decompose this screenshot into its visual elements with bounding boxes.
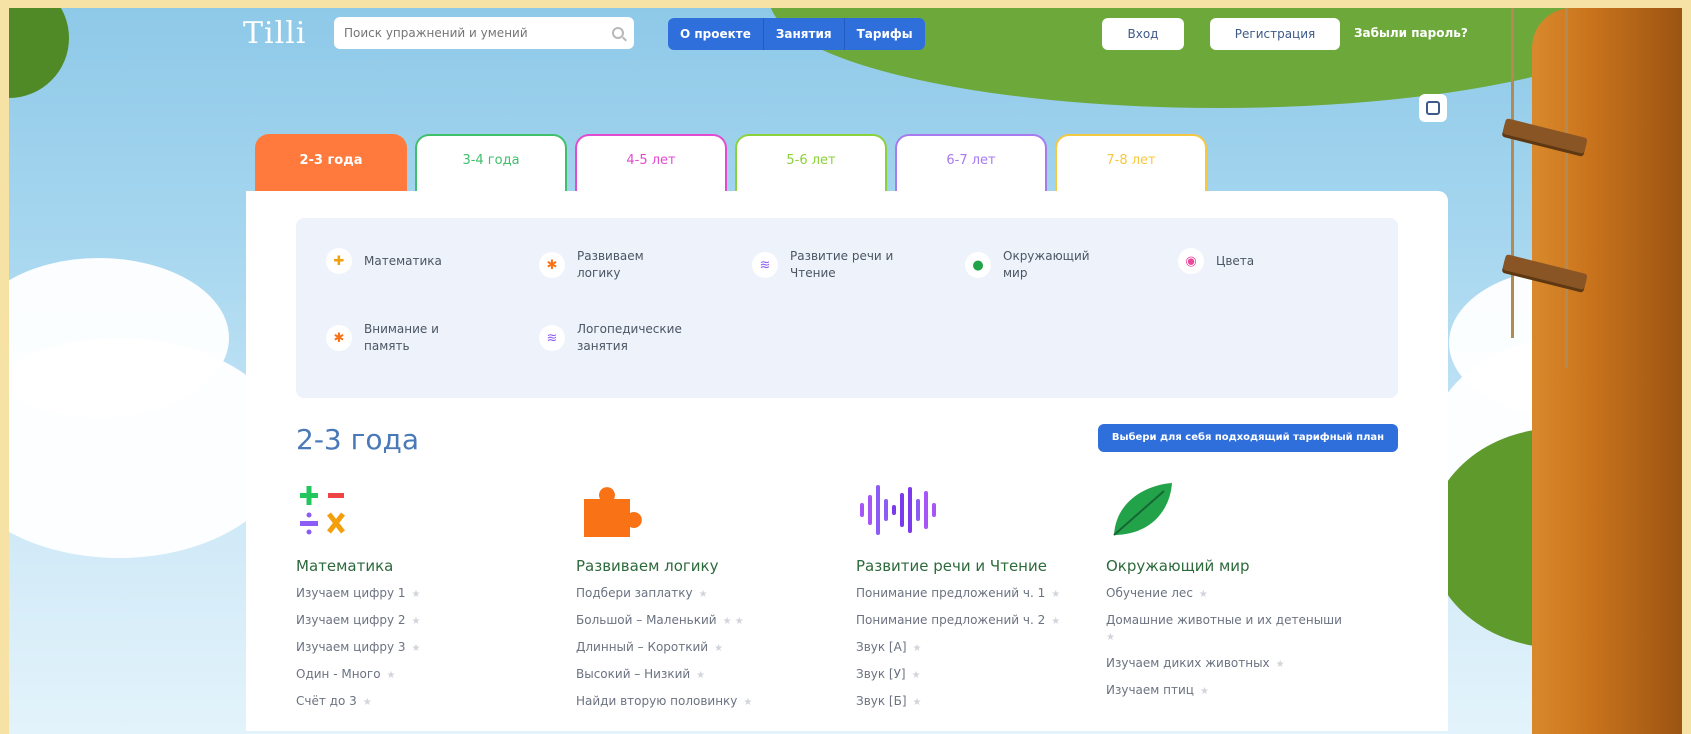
list-item[interactable]: Обучение лес ★ <box>1106 585 1356 603</box>
list-item[interactable]: Звук [А] ★ <box>856 639 1106 657</box>
age-title: 2-3 года <box>296 423 419 456</box>
register-button[interactable]: Регистрация <box>1210 18 1340 50</box>
tab-age-7-8[interactable]: 7-8 лет <box>1055 134 1207 191</box>
column-logic: Развиваем логику Подбери заплатку ★ Больш… <box>576 481 826 720</box>
nav-pricing[interactable]: Тарифы <box>845 18 925 50</box>
tree-trunk <box>1532 8 1682 734</box>
column-world: Окружающий мир Обучение лес ★ Домашние жи… <box>1106 481 1356 709</box>
puzzle-icon: ✱ <box>539 252 565 278</box>
soundwave-icon: ≋ <box>539 325 565 351</box>
list-item[interactable]: Большой – Маленький ★ ★ <box>576 612 826 630</box>
soundwave-icon <box>856 481 1106 539</box>
category-label: Логопедические занятия <box>577 322 682 353</box>
category-colors[interactable]: ◉ Цвета <box>1178 248 1254 274</box>
list-item[interactable]: Длинный – Короткий ★ <box>576 639 826 657</box>
leaf-icon: ● <box>965 252 991 278</box>
header: Tilli О проекте Занятия Тарифы Вход Реги… <box>0 0 1691 70</box>
forgot-password-link[interactable]: Забыли пароль? <box>1354 26 1468 40</box>
category-box: ✚ Математика ✱ Развиваем логику ≋ Развит… <box>296 218 1398 398</box>
column-title: Развитие речи и Чтение <box>856 557 1047 575</box>
list-item[interactable]: Изучаем цифру 3 ★ <box>296 639 546 657</box>
list-item[interactable]: Звук [Б] ★ <box>856 693 1106 711</box>
tab-age-4-5[interactable]: 4-5 лет <box>575 134 727 191</box>
tab-age-5-6[interactable]: 5-6 лет <box>735 134 887 191</box>
list-item[interactable]: Изучаем цифру 1 ★ <box>296 585 546 603</box>
column-speech: Развитие речи и Чтение Понимание предлож… <box>856 481 1106 720</box>
square-icon <box>1426 101 1440 115</box>
list-item[interactable]: Изучаем цифру 2 ★ <box>296 612 546 630</box>
search-input[interactable] <box>344 26 612 40</box>
nav-lessons[interactable]: Занятия <box>764 18 845 50</box>
search-icon[interactable] <box>612 27 624 39</box>
category-label: Окружающий мир <box>1003 249 1090 280</box>
logo[interactable]: Tilli <box>243 16 306 51</box>
list-item[interactable]: Понимание предложений ч. 2 ★ <box>856 612 1106 630</box>
leaf-icon <box>1106 481 1356 539</box>
list-item[interactable]: Изучаем диких животных ★ <box>1106 655 1356 673</box>
category-label: Внимание и память <box>364 322 439 353</box>
column-math: Математика Изучаем цифру 1 ★ Изучаем цифр… <box>296 481 546 720</box>
puzzle-icon <box>576 481 826 539</box>
list-item[interactable]: Найди вторую половинку ★ <box>576 693 826 711</box>
math-icon <box>296 481 546 539</box>
tab-age-3-4[interactable]: 3-4 года <box>415 134 567 191</box>
tab-age-6-7[interactable]: 6-7 лет <box>895 134 1047 191</box>
category-speech[interactable]: ≋ Развитие речи и Чтение <box>752 248 900 282</box>
login-button[interactable]: Вход <box>1102 18 1184 50</box>
category-attention[interactable]: ✱ Внимание и память <box>326 321 474 355</box>
column-title: Окружающий мир <box>1106 557 1250 575</box>
search-box[interactable] <box>334 17 634 49</box>
list-item[interactable]: Высокий – Низкий ★ <box>576 666 826 684</box>
column-title: Математика <box>296 557 394 575</box>
tab-age-2-3[interactable]: 2-3 года <box>255 134 407 191</box>
toggle-checkbox[interactable] <box>1419 94 1447 122</box>
category-label: Развитие речи и Чтение <box>790 249 894 280</box>
category-world[interactable]: ● Окружающий мир <box>965 248 1113 282</box>
category-logopedic[interactable]: ≋ Логопедические занятия <box>539 321 687 355</box>
category-logic[interactable]: ✱ Развиваем логику <box>539 248 687 282</box>
list-item[interactable]: Счёт до 3 ★ <box>296 693 546 711</box>
palette-icon: ◉ <box>1178 248 1204 274</box>
list-item[interactable]: Домашние животные и их детеныши ★ <box>1106 612 1351 646</box>
list-item[interactable]: Один - Много ★ <box>296 666 546 684</box>
content-panel: ✚ Математика ✱ Развиваем логику ≋ Развит… <box>246 191 1448 731</box>
main-nav: О проекте Занятия Тарифы <box>668 18 925 50</box>
puzzle-icon: ✱ <box>326 325 352 351</box>
choose-plan-button[interactable]: Выбери для себя подходящий тарифный план <box>1098 424 1398 452</box>
category-math[interactable]: ✚ Математика <box>326 248 442 274</box>
list-item[interactable]: Подбери заплатку ★ <box>576 585 826 603</box>
list-item[interactable]: Звук [У] ★ <box>856 666 1106 684</box>
list-item[interactable]: Понимание предложений ч. 1 ★ <box>856 585 1106 603</box>
category-label: Развиваем логику <box>577 249 644 280</box>
math-icon: ✚ <box>326 248 352 274</box>
nav-about[interactable]: О проекте <box>668 18 764 50</box>
category-label: Математика <box>364 253 442 268</box>
list-item[interactable]: Изучаем птиц ★ <box>1106 682 1356 700</box>
soundwave-icon: ≋ <box>752 252 778 278</box>
category-label: Цвета <box>1216 253 1255 268</box>
column-title: Развиваем логику <box>576 557 719 575</box>
